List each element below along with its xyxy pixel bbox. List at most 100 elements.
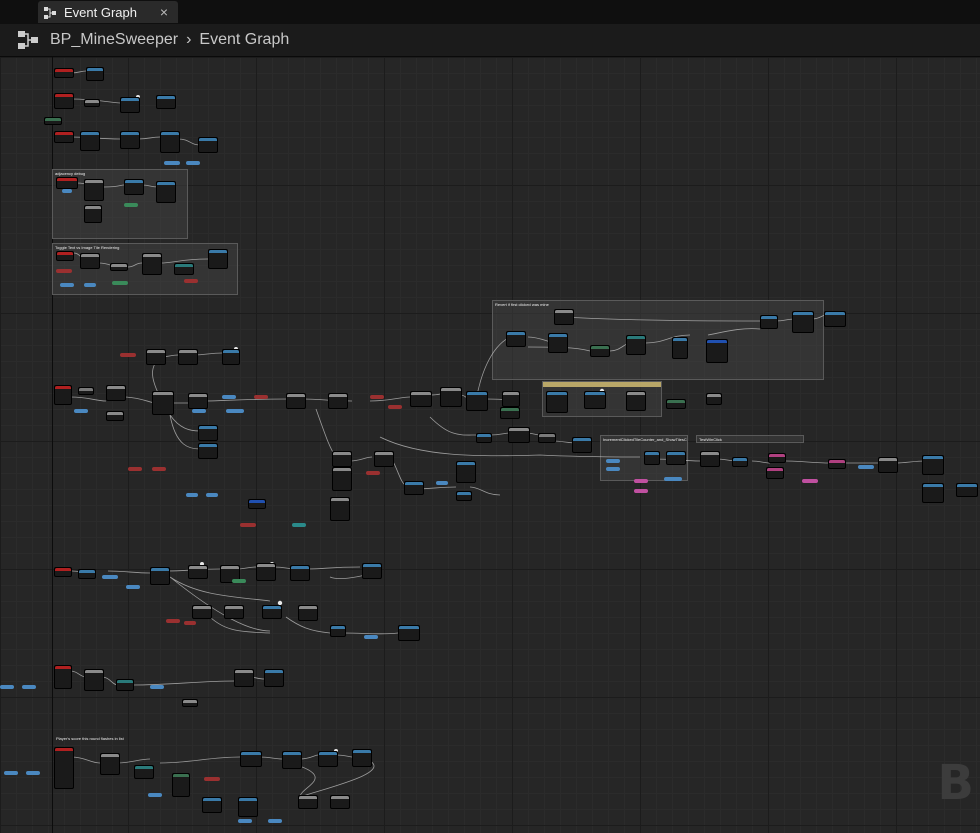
function-node[interactable] xyxy=(318,751,338,767)
node[interactable] xyxy=(766,467,784,479)
getter-pill[interactable] xyxy=(112,281,128,285)
tab-event-graph[interactable]: Event Graph × xyxy=(38,1,178,23)
getter-pill[interactable] xyxy=(186,493,198,497)
function-node[interactable] xyxy=(150,567,170,585)
node[interactable] xyxy=(106,411,124,421)
function-node[interactable] xyxy=(672,337,688,359)
node[interactable] xyxy=(440,387,462,407)
node[interactable] xyxy=(374,451,394,467)
function-node[interactable] xyxy=(456,461,476,483)
node[interactable] xyxy=(828,459,846,469)
event-node[interactable] xyxy=(56,251,74,261)
function-node[interactable] xyxy=(824,311,846,327)
node[interactable] xyxy=(224,605,244,619)
node[interactable] xyxy=(328,393,348,409)
node[interactable] xyxy=(502,391,520,407)
function-node[interactable] xyxy=(922,455,944,475)
function-node[interactable] xyxy=(398,625,420,641)
event-node[interactable] xyxy=(54,131,74,143)
function-node[interactable] xyxy=(120,97,140,113)
function-node[interactable] xyxy=(572,437,592,453)
node[interactable] xyxy=(84,179,104,201)
breadcrumb-graph[interactable]: Event Graph xyxy=(199,31,289,49)
getter-pill[interactable] xyxy=(226,409,244,413)
getter-pill[interactable] xyxy=(150,685,164,689)
node[interactable] xyxy=(178,349,198,365)
node[interactable] xyxy=(174,263,194,275)
node[interactable] xyxy=(286,393,306,409)
event-node[interactable] xyxy=(54,385,72,405)
node[interactable] xyxy=(134,765,154,779)
function-node[interactable] xyxy=(330,625,346,637)
getter-pill[interactable] xyxy=(152,467,166,471)
getter-pill[interactable] xyxy=(664,477,682,481)
node[interactable] xyxy=(84,99,100,107)
node[interactable] xyxy=(142,253,162,275)
node[interactable] xyxy=(700,451,720,467)
function-node[interactable] xyxy=(238,797,258,817)
node[interactable] xyxy=(146,349,166,365)
function-node[interactable] xyxy=(352,749,372,767)
node[interactable] xyxy=(234,669,254,687)
getter-pill[interactable] xyxy=(364,635,378,639)
function-node[interactable] xyxy=(476,433,492,443)
getter-pill[interactable] xyxy=(84,283,96,287)
getter-pill[interactable] xyxy=(802,479,818,483)
node[interactable] xyxy=(330,795,350,809)
function-node[interactable] xyxy=(78,569,96,579)
function-node[interactable] xyxy=(466,391,488,411)
function-node[interactable] xyxy=(760,315,778,329)
getter-pill[interactable] xyxy=(102,575,118,579)
getter-pill[interactable] xyxy=(60,283,74,287)
function-node[interactable] xyxy=(262,605,282,619)
event-node[interactable] xyxy=(54,93,74,109)
event-node[interactable] xyxy=(54,567,72,577)
node[interactable] xyxy=(80,253,100,269)
node[interactable] xyxy=(172,773,190,797)
function-node[interactable] xyxy=(956,483,978,497)
event-node[interactable] xyxy=(54,747,74,789)
getter-pill[interactable] xyxy=(148,793,162,797)
getter-pill[interactable] xyxy=(268,819,282,823)
node[interactable] xyxy=(332,467,352,491)
getter-pill[interactable] xyxy=(634,479,648,483)
getter-pill[interactable] xyxy=(254,395,268,399)
getter-pill[interactable] xyxy=(388,405,402,409)
node[interactable] xyxy=(706,393,722,405)
getter-pill[interactable] xyxy=(166,619,180,623)
function-node[interactable] xyxy=(120,131,140,149)
node[interactable] xyxy=(500,407,520,419)
node[interactable] xyxy=(188,565,208,579)
function-node[interactable] xyxy=(584,391,606,409)
getter-pill[interactable] xyxy=(204,777,220,781)
function-node[interactable] xyxy=(644,451,660,465)
node[interactable] xyxy=(256,563,276,581)
function-node[interactable] xyxy=(124,179,144,195)
function-node[interactable] xyxy=(80,131,100,151)
getter-pill[interactable] xyxy=(62,189,72,193)
getter-pill[interactable] xyxy=(606,459,620,463)
getter-pill[interactable] xyxy=(124,203,138,207)
getter-pill[interactable] xyxy=(436,481,448,485)
function-node[interactable] xyxy=(86,67,104,81)
function-node[interactable] xyxy=(222,349,240,365)
getter-pill[interactable] xyxy=(128,467,142,471)
event-node[interactable] xyxy=(54,68,74,78)
getter-pill[interactable] xyxy=(120,353,136,357)
getter-pill[interactable] xyxy=(126,585,140,589)
function-node[interactable] xyxy=(198,443,218,459)
getter-pill[interactable] xyxy=(606,467,620,471)
function-node[interactable] xyxy=(198,137,218,153)
getter-pill[interactable] xyxy=(74,409,88,413)
getter-pill[interactable] xyxy=(186,161,200,165)
function-node[interactable] xyxy=(240,751,262,767)
function-node[interactable] xyxy=(548,333,568,353)
getter-pill[interactable] xyxy=(292,523,306,527)
function-node[interactable] xyxy=(160,131,180,153)
function-node[interactable] xyxy=(156,181,176,203)
function-node[interactable] xyxy=(290,565,310,581)
getter-pill[interactable] xyxy=(240,523,256,527)
function-node[interactable] xyxy=(732,457,748,467)
node[interactable] xyxy=(298,795,318,809)
node[interactable] xyxy=(116,679,134,691)
